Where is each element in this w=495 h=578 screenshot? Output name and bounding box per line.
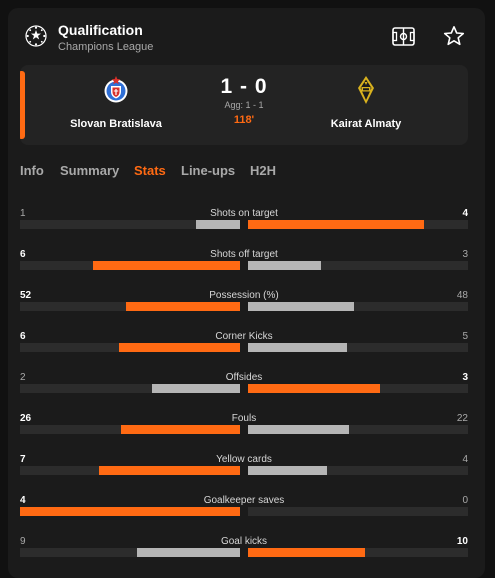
stat-away-bar bbox=[248, 384, 380, 393]
stat-home-track bbox=[20, 425, 240, 434]
away-team[interactable]: Kairat Almaty bbox=[296, 75, 436, 130]
stat-away-track bbox=[248, 466, 468, 475]
tab-summary[interactable]: Summary bbox=[60, 163, 119, 178]
stat-home-value: 6 bbox=[20, 249, 26, 260]
stat-away-track bbox=[248, 220, 468, 229]
stat-away-bar bbox=[248, 425, 349, 434]
match-score: 1 - 0 bbox=[220, 75, 268, 98]
stat-label: Offsides bbox=[225, 372, 263, 383]
stat-label: Goalkeeper saves bbox=[203, 495, 285, 506]
pitch-icon[interactable] bbox=[392, 27, 415, 46]
stat-row: Shots on target 1 4 bbox=[20, 208, 468, 238]
slovan-bratislava-crest bbox=[104, 76, 128, 103]
stat-away-value: 0 bbox=[462, 495, 468, 506]
stat-away-value: 10 bbox=[456, 536, 468, 547]
stat-home-value: 2 bbox=[20, 372, 26, 383]
stat-home-track bbox=[20, 384, 240, 393]
stat-home-track bbox=[20, 261, 240, 270]
stat-row: Fouls 26 22 bbox=[20, 413, 468, 443]
stat-home-track bbox=[20, 220, 240, 229]
stat-home-bar bbox=[196, 220, 240, 229]
stat-home-bar bbox=[137, 548, 240, 557]
stat-away-bar bbox=[248, 220, 424, 229]
tab-line-ups[interactable]: Line-ups bbox=[181, 163, 235, 178]
home-team[interactable]: Slovan Bratislava bbox=[46, 75, 186, 130]
match-header: Qualification Champions League bbox=[8, 8, 485, 63]
stat-away-value: 3 bbox=[462, 249, 468, 260]
stat-label: Corner Kicks bbox=[215, 331, 273, 342]
stat-label: Shots on target bbox=[210, 208, 278, 219]
stat-home-bar bbox=[126, 302, 240, 311]
stat-row: Corner Kicks 6 5 bbox=[20, 331, 468, 361]
stat-home-value: 4 bbox=[20, 495, 26, 506]
tab-h2h[interactable]: H2H bbox=[250, 163, 276, 178]
stat-home-track bbox=[20, 466, 240, 475]
stat-away-track bbox=[248, 302, 468, 311]
stat-label: Possession (%) bbox=[209, 290, 279, 301]
match-minute: 118' bbox=[233, 114, 255, 126]
stat-home-value: 52 bbox=[20, 290, 32, 301]
stat-home-bar bbox=[20, 507, 240, 516]
stat-away-track bbox=[248, 261, 468, 270]
stat-away-value: 22 bbox=[456, 413, 468, 424]
stat-row: Shots off target 6 3 bbox=[20, 249, 468, 279]
tab-stats[interactable]: Stats bbox=[134, 163, 166, 178]
stat-row: Offsides 2 3 bbox=[20, 372, 468, 402]
champions-league-icon bbox=[25, 25, 47, 47]
stat-away-bar bbox=[248, 466, 327, 475]
stat-away-track bbox=[248, 425, 468, 434]
stat-row: Goal kicks 9 10 bbox=[20, 536, 468, 566]
competition-subtitle: Champions League bbox=[58, 41, 154, 53]
stat-label: Fouls bbox=[231, 413, 257, 424]
scoreboard-card: Slovan Bratislava 1 - 0 Agg: 1 - 1 118' … bbox=[20, 65, 468, 145]
stat-away-value: 48 bbox=[456, 290, 468, 301]
stat-home-bar bbox=[93, 261, 240, 270]
stat-away-value: 4 bbox=[462, 454, 468, 465]
stat-home-track bbox=[20, 343, 240, 352]
stat-home-bar bbox=[152, 384, 240, 393]
stat-label: Goal kicks bbox=[220, 536, 268, 547]
stat-away-track bbox=[248, 507, 468, 516]
competition-title: Qualification bbox=[58, 22, 143, 38]
stat-home-track bbox=[20, 548, 240, 557]
match-panel: Qualification Champions League Slovan Br… bbox=[8, 8, 485, 578]
stat-away-bar bbox=[248, 548, 365, 557]
stat-away-track bbox=[248, 343, 468, 352]
away-team-name: Kairat Almaty bbox=[330, 118, 402, 130]
stat-away-track bbox=[248, 548, 468, 557]
stat-home-bar bbox=[121, 425, 240, 434]
stat-label: Yellow cards bbox=[216, 454, 272, 465]
stat-home-value: 1 bbox=[20, 208, 26, 219]
stat-home-value: 6 bbox=[20, 331, 26, 342]
stat-row: Yellow cards 7 4 bbox=[20, 454, 468, 484]
kairat-almaty-crest bbox=[358, 76, 374, 104]
star-icon[interactable] bbox=[443, 25, 465, 47]
stat-home-track bbox=[20, 507, 240, 516]
stat-row: Goalkeeper saves 4 0 bbox=[20, 495, 468, 525]
score-box: 1 - 0 Agg: 1 - 1 118' bbox=[194, 75, 294, 126]
stat-away-value: 3 bbox=[462, 372, 468, 383]
stat-away-bar bbox=[248, 261, 321, 270]
aggregate-score: Agg: 1 - 1 bbox=[224, 100, 264, 110]
stat-away-value: 4 bbox=[462, 208, 468, 219]
stat-home-value: 9 bbox=[20, 536, 26, 547]
live-indicator bbox=[20, 71, 25, 139]
stat-home-value: 26 bbox=[20, 413, 32, 424]
stat-home-bar bbox=[119, 343, 240, 352]
stat-away-bar bbox=[248, 343, 347, 352]
home-team-name: Slovan Bratislava bbox=[70, 118, 162, 130]
stat-home-track bbox=[20, 302, 240, 311]
stat-away-value: 5 bbox=[462, 331, 468, 342]
stat-home-value: 7 bbox=[20, 454, 26, 465]
stat-row: Possession (%) 52 48 bbox=[20, 290, 468, 320]
stat-away-bar bbox=[248, 302, 354, 311]
stat-label: Shots off target bbox=[210, 249, 278, 260]
stat-home-bar bbox=[99, 466, 240, 475]
stat-away-track bbox=[248, 384, 468, 393]
tab-info[interactable]: Info bbox=[20, 163, 44, 178]
